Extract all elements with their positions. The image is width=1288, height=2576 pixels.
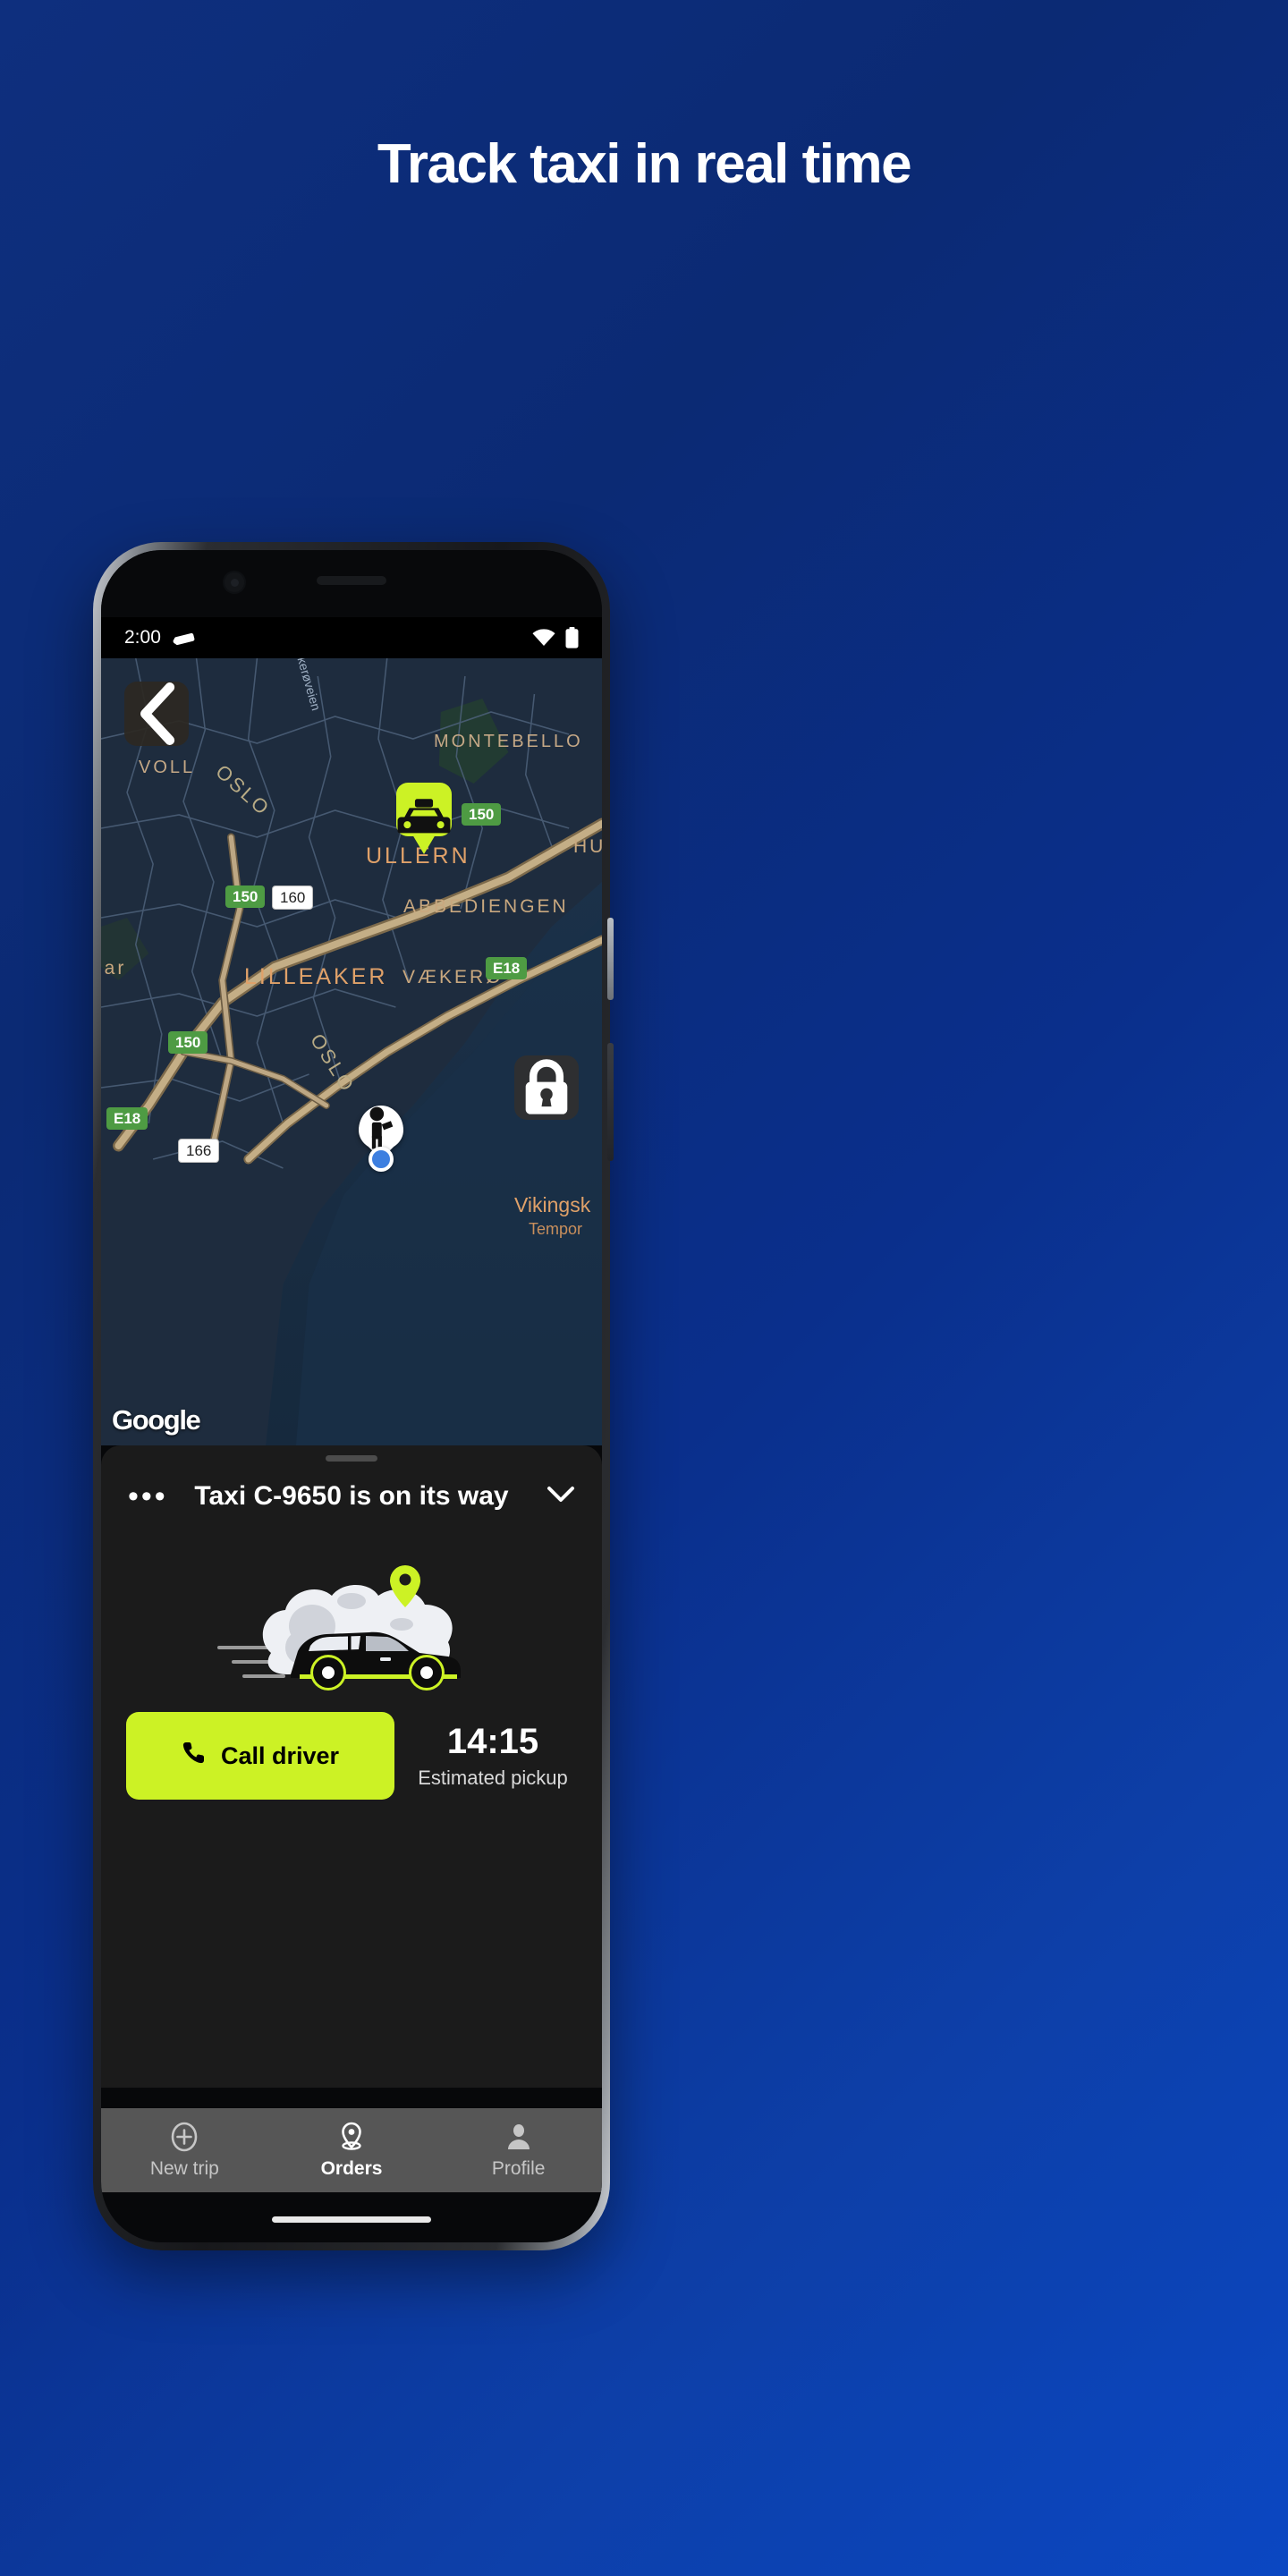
sheet-header: ••• Taxi C-9650 is on its way [101, 1467, 602, 1526]
bottom-navigation: New trip Orders Profile [101, 2108, 602, 2192]
car-icon [173, 632, 195, 645]
taxi-icon [396, 783, 452, 836]
plus-circle-icon [169, 2122, 199, 2152]
person-icon [505, 2122, 532, 2152]
road-shield: 166 [178, 1139, 220, 1164]
user-position-dot [369, 1147, 394, 1172]
speeding-taxi-illustration [101, 1531, 602, 1698]
road-shield: E18 [106, 1107, 148, 1131]
phone-screen: 2:00 VOLL OSLO MONTEBELLO ULLERN ABBEDIE… [101, 550, 602, 2242]
nav-item-profile[interactable]: Profile [435, 2122, 602, 2180]
page-title: Track taxi in real time [377, 133, 912, 195]
nav-label-profile: Profile [491, 2157, 546, 2179]
earpiece-speaker [317, 576, 386, 585]
phone-icon [182, 1741, 206, 1771]
phone-top-bezel [101, 550, 602, 617]
phone-mockup: 2:00 VOLL OSLO MONTEBELLO ULLERN ABBEDIE… [93, 542, 614, 2250]
eta-block: 14:15 Estimated pickup [409, 1722, 577, 1790]
wifi-icon [532, 629, 555, 647]
power-button [607, 1043, 614, 1161]
chevron-down-icon[interactable] [547, 1486, 575, 1508]
nav-label-orders: Orders [320, 2157, 383, 2179]
status-bar-left: 2:00 [124, 627, 195, 648]
pedestrian-icon [359, 1106, 403, 1150]
call-driver-button[interactable]: Call driver [126, 1712, 394, 1800]
trip-status-sheet: ••• Taxi C-9650 is on its way Call drive… [101, 1445, 602, 2088]
road-shield: E18 [486, 957, 528, 980]
google-attribution: Google [112, 1404, 201, 1436]
eta-time: 14:15 [446, 1722, 539, 1761]
sheet-title: Taxi C-9650 is on its way [194, 1481, 509, 1511]
taxi-location-marker[interactable] [396, 783, 452, 854]
road-shield: 160 [272, 886, 314, 911]
status-bar: 2:00 [101, 617, 602, 658]
map-view[interactable]: VOLL OSLO MONTEBELLO ULLERN ABBEDIENGEN … [101, 658, 602, 1445]
road-shield: 150 [168, 1031, 208, 1055]
nav-item-orders[interactable]: Orders [268, 2122, 436, 2180]
eta-label: Estimated pickup [418, 1767, 568, 1789]
battery-icon [565, 627, 579, 648]
sheet-drag-handle[interactable] [326, 1455, 377, 1462]
lock-button[interactable] [514, 1055, 579, 1120]
volume-button [607, 918, 614, 1000]
road-shield: 150 [462, 803, 502, 826]
home-indicator[interactable] [272, 2216, 431, 2223]
front-camera [223, 571, 246, 594]
back-button[interactable] [124, 682, 189, 746]
location-pin-icon [338, 2122, 365, 2152]
road-shield: 150 [225, 886, 266, 909]
sheet-actions: Call driver 14:15 Estimated pickup [101, 1712, 602, 1800]
call-driver-label: Call driver [220, 1741, 340, 1769]
status-bar-right [532, 627, 579, 648]
user-location-marker [359, 1106, 403, 1172]
nav-item-new-trip[interactable]: New trip [101, 2122, 268, 2180]
status-bar-time: 2:00 [124, 627, 161, 648]
nav-label-new-trip: New trip [149, 2157, 219, 2179]
